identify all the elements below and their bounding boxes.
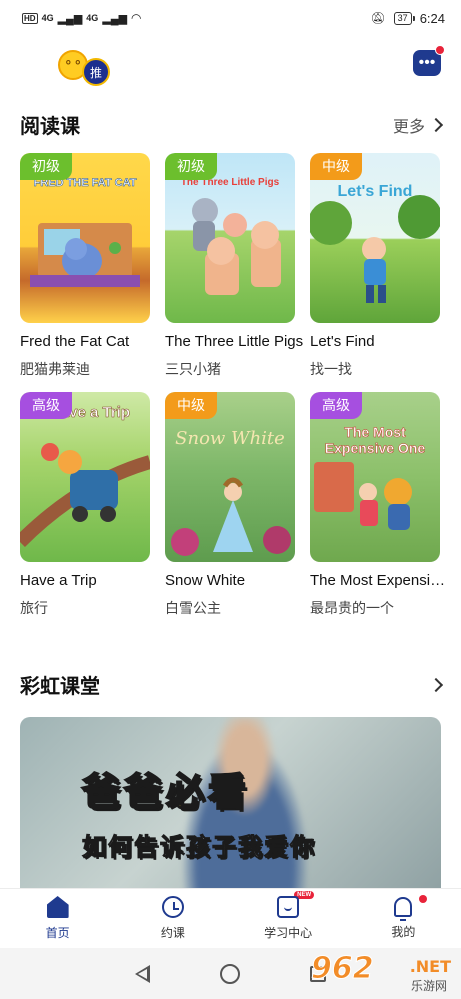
banner-headline: 爸爸必看 — [81, 769, 251, 815]
message-icon: ••• — [418, 54, 436, 71]
book-cover: 高级 The Most Expensive One — [310, 392, 440, 562]
more-label: 更多 — [392, 116, 425, 136]
hd-badge: HD — [22, 12, 38, 24]
book-card[interactable]: 中级 Snow White Snow White 白雪公主 — [165, 392, 295, 618]
watermark-logo: 962 .NET 乐游网 — [305, 951, 455, 995]
notification-dot — [419, 895, 428, 903]
book-subtitle: 旅行 — [20, 601, 48, 617]
cover-title: Snow White — [175, 428, 285, 449]
message-button[interactable]: ••• — [413, 45, 445, 76]
tab-study-center[interactable]: NEW 学习中心 — [231, 889, 346, 948]
signal-icon: 4G — [41, 13, 54, 23]
cover-title: The Most Expensive One — [324, 424, 426, 457]
banner-subheadline: 如何告诉孩子我爱你 — [82, 833, 316, 862]
level-tag: 高级 — [20, 392, 72, 419]
book-subtitle: 白雪公主 — [165, 601, 221, 617]
tab-label: 我的 — [391, 925, 416, 939]
mute-icon: 🔕︎ — [370, 11, 386, 25]
book-subtitle: 肥猫弗莱迪 — [20, 362, 90, 378]
book-subtitle: 找一找 — [310, 362, 352, 378]
book-subtitle: 三只小猪 — [165, 362, 221, 378]
level-tag: 中级 — [165, 392, 217, 419]
rainbow-section-header: 彩虹课堂 — [20, 670, 444, 699]
book-cover: 高级 Have a Trip — [20, 392, 150, 562]
chevron-right-icon — [428, 677, 444, 692]
level-tag: 初级 — [165, 153, 217, 180]
level-tag: 高级 — [310, 392, 362, 419]
tab-booking[interactable]: 约课 — [115, 889, 230, 948]
signal-bars-icon-2: ▂▄▆ — [102, 12, 128, 25]
book-title: Snow White — [165, 572, 246, 589]
study-icon — [277, 896, 300, 918]
status-right: 🔕︎ 37 6:24 — [370, 11, 445, 26]
tab-label: 约课 — [160, 926, 185, 940]
book-cover: 中级 Snow White — [165, 392, 295, 562]
wifi-icon: ◠ — [131, 11, 142, 25]
book-card[interactable]: 高级 The Most Expensive One The Most Expen… — [310, 392, 450, 618]
book-card[interactable]: 中级 Let's Find Let's Find 找一找 — [310, 153, 440, 379]
watermark-main: 962 — [311, 951, 375, 987]
clock-time: 6:24 — [419, 10, 445, 26]
battery-icon: 37 — [393, 11, 415, 25]
cover-title: Let's Find — [337, 183, 413, 200]
status-bar: HD 4G ▂▄▆ 4G ▂▄▆ ◠ 🔕︎ 37 6:24 — [0, 0, 461, 36]
logo-badge: 推 — [82, 58, 110, 86]
status-left: HD 4G ▂▄▆ 4G ▂▄▆ ◠ — [22, 11, 142, 25]
home-circle-icon[interactable] — [220, 963, 240, 984]
section-title-reading: 阅读课 — [20, 114, 80, 138]
rainbow-more-button[interactable] — [428, 677, 444, 692]
app-header: ° ° 推 ••• — [0, 40, 461, 86]
book-cover: 初级 FRED THE FAT CAT — [20, 153, 150, 323]
book-card[interactable]: 初级 FRED THE FAT CAT Fred the Fat Cat 肥猫弗… — [20, 153, 150, 379]
tab-label: 首页 — [45, 926, 70, 940]
reading-section-header: 阅读课 更多 — [20, 110, 444, 139]
tab-label: 学习中心 — [264, 926, 313, 940]
video-banner[interactable]: 爸爸必看 如何告诉孩子我爱你 — [20, 717, 441, 892]
level-tag: 初级 — [20, 153, 72, 180]
tab-profile[interactable]: 我的 — [346, 889, 461, 948]
chevron-right-icon — [428, 117, 444, 132]
book-card[interactable]: 高级 Have a Trip Have a Trip 旅行 — [20, 392, 150, 618]
tab-home[interactable]: 首页 — [0, 889, 115, 948]
watermark-sub: 乐游网 — [410, 979, 447, 993]
book-title: Have a Trip — [20, 572, 97, 589]
watermark-net: .NET — [409, 957, 451, 976]
notification-dot — [435, 45, 445, 55]
book-title: The Three Little Pigs — [165, 333, 304, 350]
book-title: Fred the Fat Cat — [20, 333, 130, 350]
back-icon[interactable] — [135, 964, 150, 983]
home-icon — [46, 896, 69, 918]
app-logo[interactable]: ° ° 推 — [52, 48, 114, 86]
clock-icon — [161, 896, 184, 918]
signal-icon-2: 4G — [86, 13, 99, 23]
section-title-rainbow: 彩虹课堂 — [20, 674, 100, 698]
level-tag: 中级 — [310, 153, 362, 180]
book-title: The Most Expensive One — [310, 572, 450, 589]
book-cover: 初级 The Three Little Pigs — [165, 153, 295, 323]
bell-icon — [394, 897, 413, 921]
bottom-tab-bar: 首页 约课 NEW 学习中心 我的 — [0, 888, 461, 948]
book-subtitle: 最昂贵的一个 — [310, 601, 394, 617]
signal-bars-icon: ▂▄▆ — [57, 12, 83, 25]
book-title: Let's Find — [310, 333, 375, 350]
book-cover: 中级 Let's Find — [310, 153, 440, 323]
book-card[interactable]: 初级 The Three Little Pigs The Three Littl… — [165, 153, 303, 379]
more-button[interactable]: 更多 — [392, 113, 444, 137]
